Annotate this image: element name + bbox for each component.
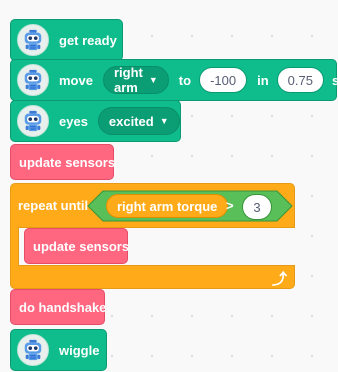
- joint-dropdown[interactable]: right arm ▼: [102, 65, 169, 95]
- torque-reporter[interactable]: right arm torque: [106, 194, 229, 218]
- robot-icon: [17, 64, 49, 96]
- move-label: move: [59, 72, 93, 88]
- torque-reporter-label: right arm torque: [117, 198, 218, 214]
- inner-update-sensors-label: update sensors: [33, 238, 130, 254]
- loop-arrow-icon: ⤴: [272, 271, 288, 288]
- update-sensors-label: update sensors: [19, 154, 116, 170]
- move-block[interactable]: move right arm ▼ to -100 in 0.75 s: [10, 59, 338, 101]
- to-label: to: [178, 72, 192, 88]
- robot-icon: [17, 24, 49, 56]
- robot-icon: [17, 334, 49, 366]
- unit-label: s: [331, 72, 338, 88]
- greater-than-symbol: >: [226, 198, 234, 213]
- get-ready-label: get ready: [59, 32, 117, 48]
- wiggle-label: wiggle: [59, 342, 100, 358]
- do-handshake-block[interactable]: do handshake: [10, 289, 107, 325]
- caret-down-icon: ▼: [159, 116, 169, 126]
- joint-value: right arm: [113, 65, 143, 95]
- expression-dropdown[interactable]: excited ▼: [97, 107, 180, 135]
- in-label: in: [257, 72, 269, 88]
- repeat-until-label: repeat until: [18, 198, 89, 213]
- angle-input[interactable]: -100: [199, 67, 248, 93]
- robot-icon: [17, 105, 49, 137]
- duration-input[interactable]: 0.75: [276, 67, 324, 93]
- caret-down-icon: ▼: [148, 75, 158, 85]
- get-ready-block[interactable]: get ready: [10, 19, 123, 61]
- eyes-block[interactable]: eyes excited ▼: [10, 100, 181, 142]
- wiggle-block[interactable]: wiggle: [10, 329, 107, 371]
- eyes-label: eyes: [59, 113, 88, 129]
- expression-value: excited: [108, 113, 154, 129]
- inner-update-sensors-block[interactable]: update sensors: [24, 228, 130, 264]
- threshold-input[interactable]: 3: [242, 194, 272, 220]
- update-sensors-block[interactable]: update sensors: [10, 144, 116, 180]
- do-handshake-label: do handshake: [19, 299, 107, 315]
